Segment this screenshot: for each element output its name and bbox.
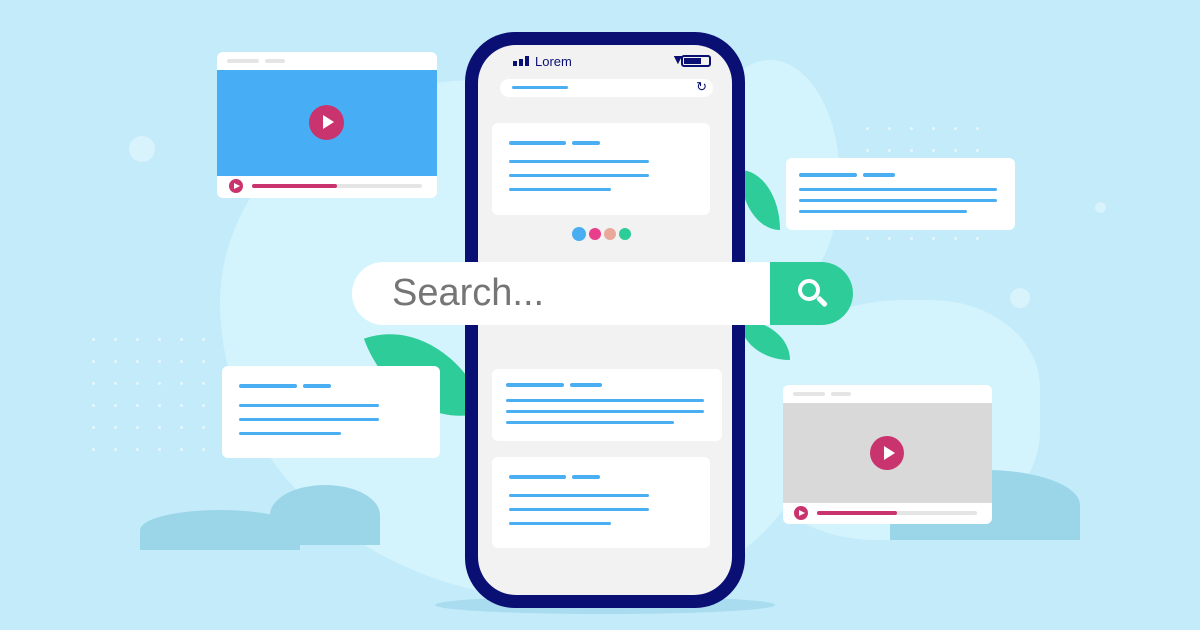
dot-decoration — [202, 404, 205, 407]
refresh-icon[interactable]: ↻ — [696, 79, 707, 95]
circle-decoration — [129, 136, 155, 162]
dot-decoration — [114, 404, 117, 407]
page-indicator-dot[interactable] — [619, 228, 631, 240]
content-card — [492, 369, 722, 441]
page-indicator-dot[interactable] — [604, 228, 616, 240]
address-bar[interactable]: ↻ — [500, 79, 713, 97]
dot-decoration — [866, 149, 869, 152]
dot-decoration — [932, 127, 935, 130]
dot-decoration — [954, 127, 957, 130]
dot-decoration — [976, 149, 979, 152]
dot-decoration — [114, 448, 117, 451]
dot-decoration — [136, 338, 139, 341]
dot-decoration — [180, 338, 183, 341]
dot-decoration — [866, 237, 869, 240]
dot-decoration — [158, 382, 161, 385]
dot-decoration — [158, 404, 161, 407]
search-button[interactable] — [770, 262, 853, 325]
dot-decoration — [114, 382, 117, 385]
dot-decoration — [92, 404, 95, 407]
dot-decoration — [932, 149, 935, 152]
dot-decoration — [976, 127, 979, 130]
dot-decoration — [92, 448, 95, 451]
dot-decoration — [910, 237, 913, 240]
dot-decoration — [114, 426, 117, 429]
dot-decoration — [158, 426, 161, 429]
dot-decoration — [866, 127, 869, 130]
dot-decoration — [180, 360, 183, 363]
video-card — [217, 52, 437, 198]
play-button[interactable] — [309, 105, 344, 140]
page-indicator-dot[interactable] — [572, 227, 586, 241]
dot-decoration — [202, 426, 205, 429]
dot-decoration — [180, 404, 183, 407]
text-card — [222, 366, 440, 458]
dot-decoration — [136, 426, 139, 429]
circle-decoration — [1095, 202, 1106, 213]
search-bar[interactable] — [352, 262, 853, 325]
dot-decoration — [910, 149, 913, 152]
dot-decoration — [932, 237, 935, 240]
dot-decoration — [888, 127, 891, 130]
dot-decoration — [114, 338, 117, 341]
dot-decoration — [954, 237, 957, 240]
dot-decoration — [202, 448, 205, 451]
dot-decoration — [92, 426, 95, 429]
progress-bar[interactable] — [252, 184, 422, 188]
dot-decoration — [92, 382, 95, 385]
dot-decoration — [158, 360, 161, 363]
dot-decoration — [180, 426, 183, 429]
circle-decoration — [1010, 288, 1030, 308]
play-button[interactable] — [870, 436, 904, 470]
dot-decoration — [136, 382, 139, 385]
dot-decoration — [202, 382, 205, 385]
carrier-label: Lorem — [535, 54, 572, 69]
dot-decoration — [954, 149, 957, 152]
hill — [270, 485, 380, 545]
dot-decoration — [180, 448, 183, 451]
dot-decoration — [114, 360, 117, 363]
text-card — [786, 158, 1015, 230]
dot-decoration — [976, 237, 979, 240]
dot-decoration — [158, 448, 161, 451]
dot-decoration — [136, 448, 139, 451]
video-card — [783, 385, 992, 524]
dot-decoration — [888, 237, 891, 240]
dot-decoration — [136, 360, 139, 363]
content-card — [492, 457, 710, 548]
signal-icon — [513, 56, 529, 66]
dot-decoration — [158, 338, 161, 341]
dot-decoration — [910, 127, 913, 130]
mini-play-icon[interactable] — [794, 506, 808, 520]
dot-decoration — [180, 382, 183, 385]
dot-decoration — [202, 360, 205, 363]
content-card — [492, 123, 710, 215]
dot-decoration — [92, 338, 95, 341]
page-indicator-dot[interactable] — [589, 228, 601, 240]
dot-decoration — [888, 149, 891, 152]
battery-icon — [681, 55, 711, 67]
dot-decoration — [202, 338, 205, 341]
mini-play-icon[interactable] — [229, 179, 243, 193]
dot-decoration — [136, 404, 139, 407]
progress-bar[interactable] — [817, 511, 977, 515]
search-input[interactable] — [392, 262, 762, 325]
dot-decoration — [92, 360, 95, 363]
